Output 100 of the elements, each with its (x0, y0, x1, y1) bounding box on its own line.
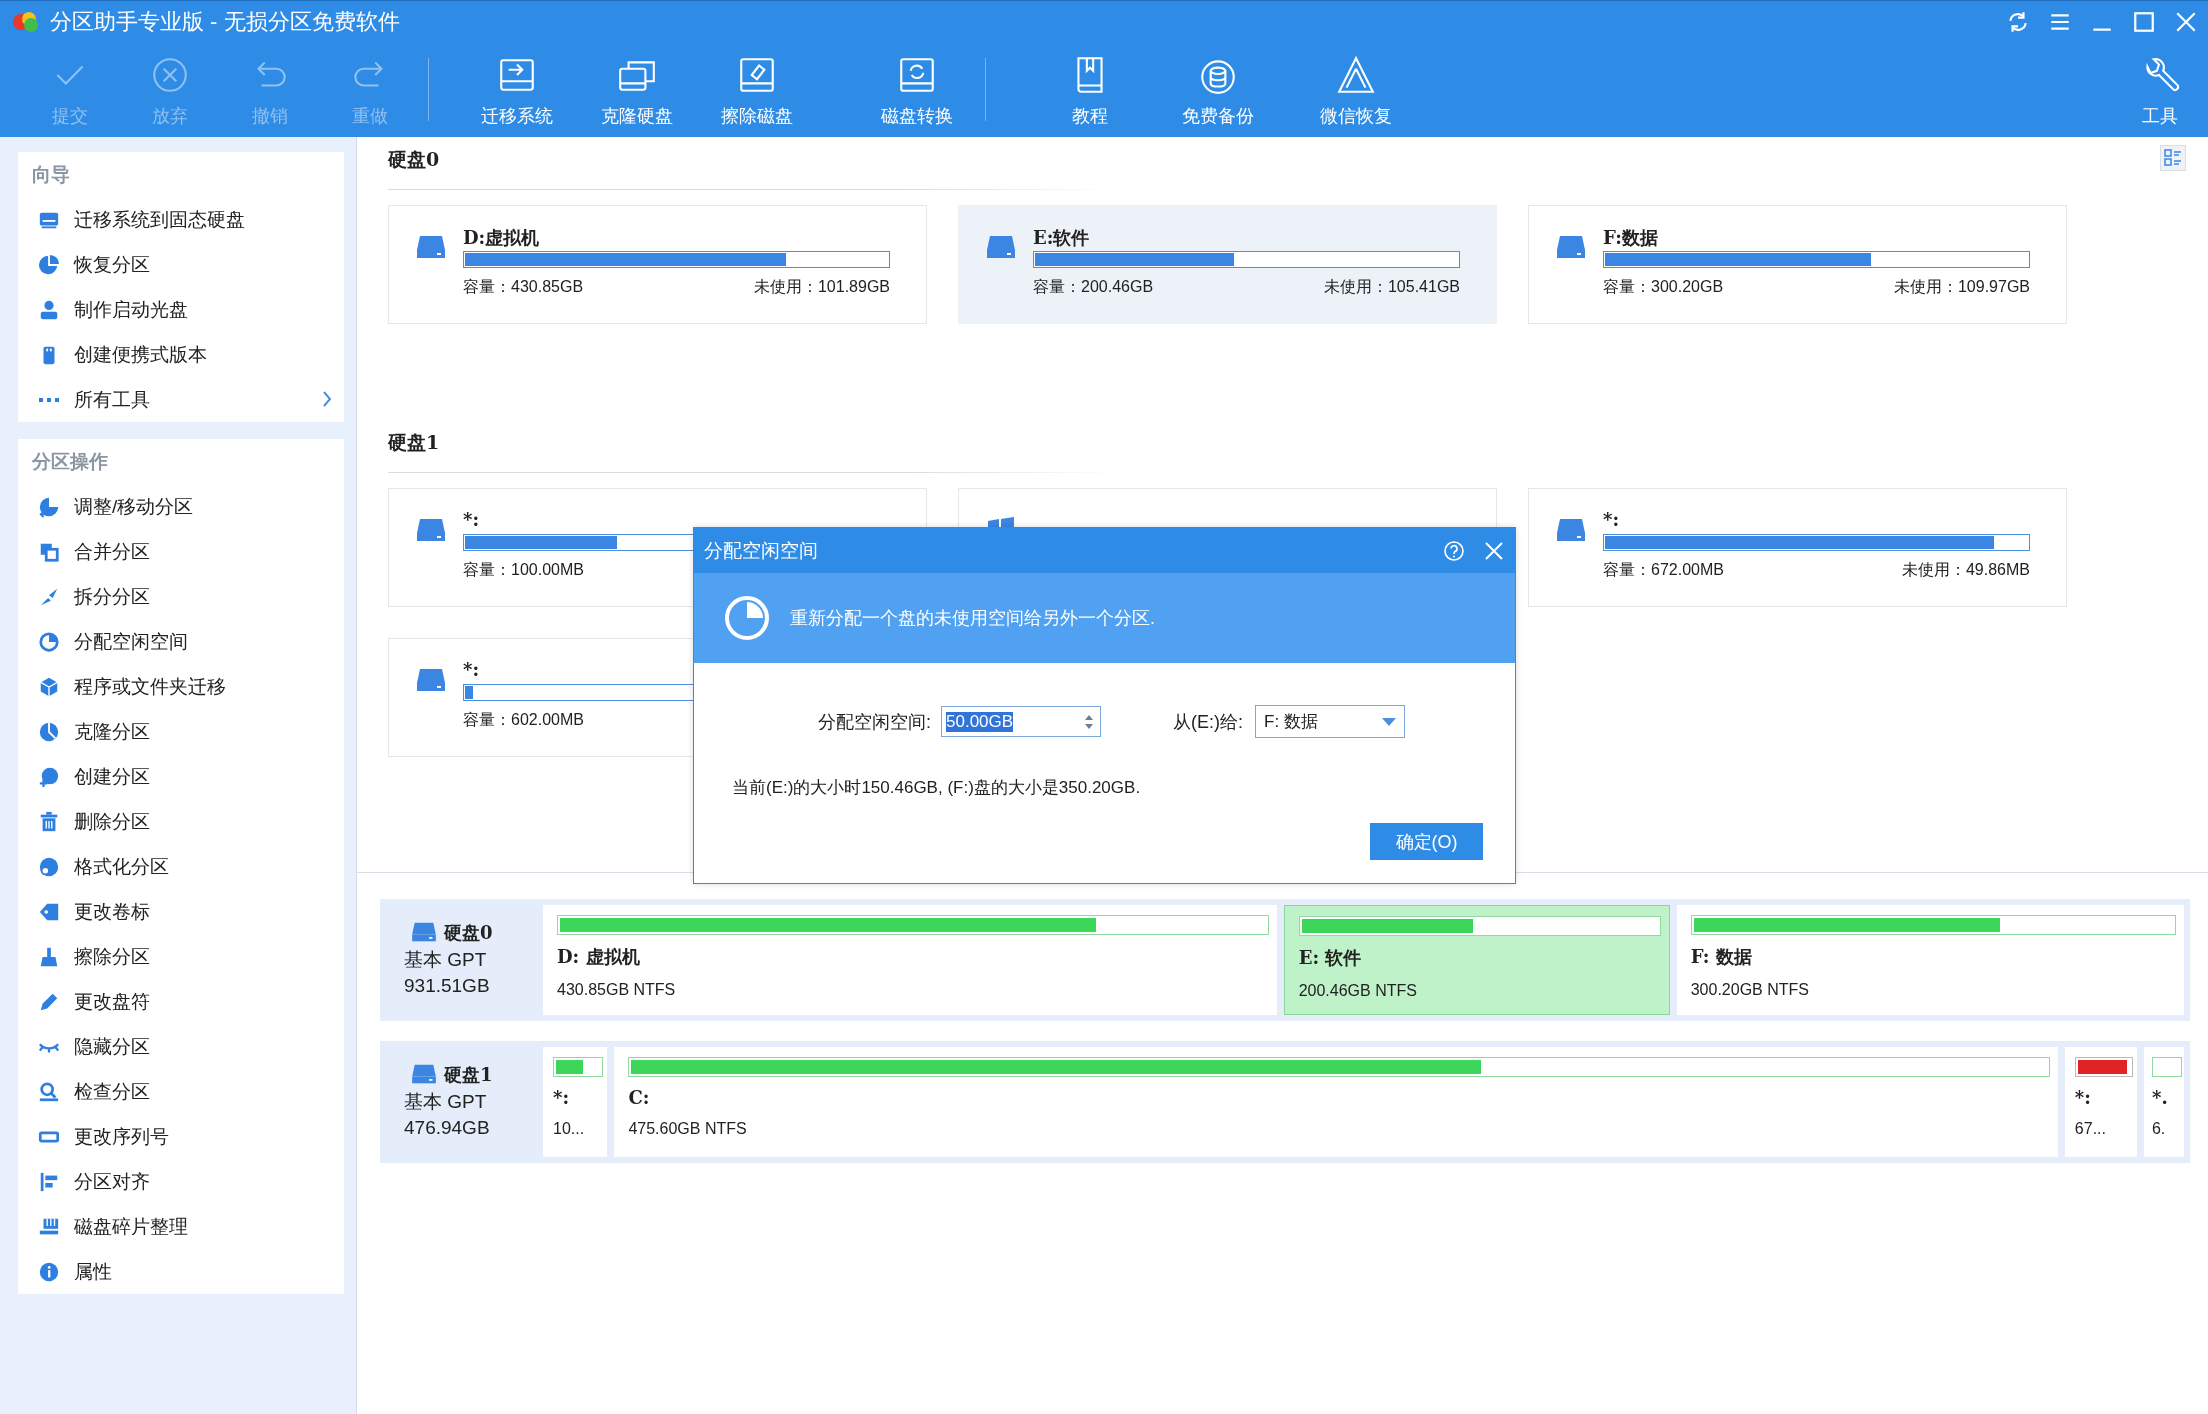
drive-icon (985, 234, 1017, 260)
sidebar-item[interactable]: 更改盘符 (18, 979, 344, 1024)
pie-plus-icon (38, 765, 60, 788)
sidebar-item[interactable]: 磁盘碎片整理 (18, 1204, 344, 1249)
partition-block[interactable]: C: 475.60GB NTFS (614, 1047, 2058, 1157)
disk-title: 硬盘1 (388, 430, 440, 455)
partition-block[interactable]: F: 数据 300.20GB NTFS (1676, 905, 2184, 1015)
capacity-text: 容量：602.00MB (463, 710, 584, 730)
free-space-text: 未使用：109.97GB (1893, 277, 2030, 297)
sidebar-item[interactable]: 制作启动光盘 (18, 287, 344, 332)
app-logo-icon (12, 9, 40, 34)
free-space-text: 未使用：105.41GB (1323, 277, 1460, 297)
close-icon[interactable] (1483, 539, 1505, 562)
partition-info: 6. (2151, 1120, 2167, 1138)
drive-icon (415, 667, 447, 693)
disk-size: 931.51GB (404, 975, 491, 997)
sidebar-item[interactable]: 分配空闲空间 (18, 619, 344, 664)
partition-name: *: (463, 659, 481, 682)
sidebar-item[interactable]: 格式化分区 (18, 844, 344, 889)
drive-icon (1555, 234, 1587, 260)
sidebar-item[interactable]: 检查分区 (18, 1069, 344, 1114)
partition-name: D: 虚拟机 (557, 945, 641, 969)
dialog-title: 分配空闲空间 (704, 538, 819, 563)
partition-card[interactable]: E:软件 容量：200.46GB 未使用：105.41GB (958, 205, 1497, 324)
refresh-icon[interactable] (2006, 9, 2030, 34)
partition-name: F: 数据 (1690, 945, 1753, 969)
partition-name: C: (628, 1087, 651, 1108)
partition-name: E: 软件 (1298, 946, 1363, 970)
sidebar-item[interactable]: 分区对齐 (18, 1159, 344, 1204)
drive-icon (415, 517, 447, 543)
partition-block[interactable]: E: 软件 200.46GB NTFS (1283, 905, 1670, 1015)
sidebar-item[interactable]: 克隆分区 (18, 709, 344, 754)
disk-type: 基本 GPT (404, 1090, 488, 1114)
partition-info: 10... (553, 1120, 586, 1138)
sidebar-item[interactable]: 删除分区 (18, 799, 344, 844)
spin-field[interactable]: 50.00GB (941, 706, 1101, 737)
section-title: 分区操作 (31, 450, 109, 474)
broom-icon (38, 945, 60, 968)
sidebar-item[interactable]: 拆分分区 (18, 574, 344, 619)
sidebar-item[interactable]: 属性 (18, 1249, 344, 1294)
section-title: 向导 (31, 163, 71, 187)
disk-title: 硬盘0 (388, 147, 440, 172)
person-drive-icon (38, 298, 60, 321)
sidebar-item[interactable]: 迁移系统到固态硬盘 (18, 197, 344, 242)
field-label: 从(E:)给: (1173, 710, 1243, 734)
sidebar-item[interactable]: 更改序列号 (18, 1114, 344, 1159)
partition-card[interactable]: D:虚拟机 容量：430.85GB 未使用：101.89GB (388, 205, 927, 324)
help-icon[interactable] (1443, 539, 1465, 562)
partition-name: *: (553, 1087, 571, 1108)
partition-card[interactable]: F:数据 容量：300.20GB 未使用：109.97GB (1528, 205, 2067, 324)
partition-name: D:虚拟机 (463, 226, 541, 250)
partition-info: 300.20GB NTFS (1690, 981, 1810, 999)
partition-block[interactable]: *: 10... (543, 1047, 608, 1157)
sidebar-item[interactable]: 恢复分区 (18, 242, 344, 287)
view-toggle-icon[interactable] (2160, 145, 2186, 171)
pie-chart-icon (38, 720, 60, 743)
maximize-icon[interactable] (2132, 9, 2156, 34)
pie-outline-icon (724, 595, 770, 641)
sidebar-item[interactable]: 所有工具 (18, 377, 344, 422)
sidebar-item[interactable]: 合并分区 (18, 529, 344, 574)
sidebar-item[interactable]: 隐藏分区 (18, 1024, 344, 1069)
partition-block[interactable]: *. 6. (2143, 1047, 2184, 1157)
partition-name: F:数据 (1603, 226, 1659, 250)
partition-name: E:软件 (1033, 226, 1091, 250)
free-space-text: 未使用：101.89GB (753, 277, 890, 297)
drive-icon (410, 1063, 438, 1085)
usage-bar (2151, 1057, 2182, 1077)
dots-icon (38, 396, 60, 403)
trash-icon (38, 810, 60, 833)
capacity-text: 容量：100.00MB (463, 560, 584, 580)
dropdown[interactable]: F: 数据 (1255, 705, 1405, 738)
partition-info: 475.60GB NTFS (628, 1120, 748, 1138)
sidebar-item[interactable]: 调整/移动分区 (18, 484, 344, 529)
cube-icon (38, 675, 60, 698)
sidebar-item[interactable]: 程序或文件夹迁移 (18, 664, 344, 709)
sidebar-item[interactable]: 创建便携式版本 (18, 332, 344, 377)
sidebar-item[interactable]: 擦除分区 (18, 934, 344, 979)
capacity-text: 容量：430.85GB (463, 277, 584, 297)
pie-arrows-icon (38, 495, 60, 518)
pie-outline-icon (38, 630, 60, 653)
drive-icon (410, 921, 438, 943)
info-icon (38, 1260, 60, 1283)
free-space-text: 未使用：49.86MB (1901, 560, 2030, 580)
drive-icon (1555, 517, 1587, 543)
capacity-text: 容量：200.46GB (1033, 277, 1154, 297)
pie-chart-icon (38, 253, 60, 276)
magnifier-icon (38, 1080, 60, 1103)
capacity-text: 容量：300.20GB (1603, 277, 1724, 297)
partition-card[interactable]: *: 容量：672.00MB 未使用：49.86MB (1528, 488, 2067, 607)
drive-icon (415, 234, 447, 260)
partition-block[interactable]: D: 虚拟机 430.85GB NTFS (543, 905, 1277, 1015)
capacity-text: 容量：672.00MB (1603, 560, 1724, 580)
partition-info: 430.85GB NTFS (557, 981, 677, 999)
partition-block[interactable]: *: 67... (2064, 1047, 2137, 1157)
partition-name: *: (463, 509, 481, 532)
sidebar-item[interactable]: 创建分区 (18, 754, 344, 799)
pie-chart-icon (38, 855, 60, 878)
info-text: 当前(E:)的大小时150.46GB, (F:)盘的大小是350.20GB. (732, 777, 1141, 799)
disk-name: 硬盘1 (444, 1063, 493, 1087)
sidebar-item[interactable]: 更改卷标 (18, 889, 344, 934)
